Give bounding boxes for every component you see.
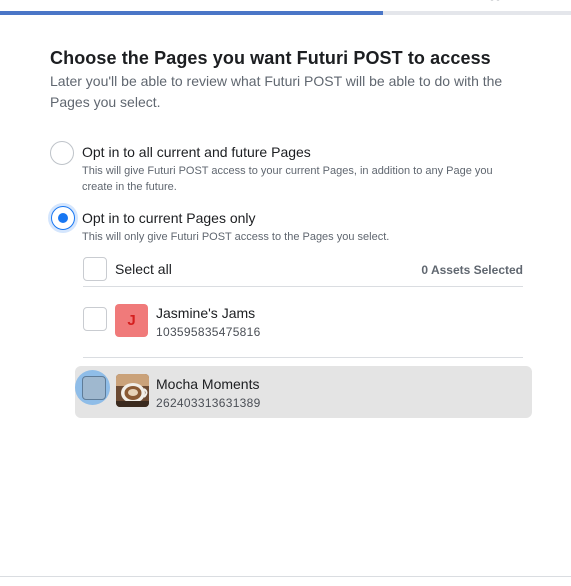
option-all-pages-description: This will give Futuri POST access to you… — [82, 165, 493, 193]
progress-bar — [0, 11, 571, 15]
page-checkbox-jasmines-jams[interactable] — [83, 307, 107, 331]
progress-bar-fill — [0, 11, 383, 15]
partial-corner-icon — [490, 0, 500, 1]
divider — [83, 357, 523, 358]
divider — [83, 286, 523, 287]
option-all-pages-label[interactable]: Opt in to all current and future Pages — [82, 144, 311, 160]
radio-all-pages[interactable] — [50, 141, 74, 165]
radio-current-pages-only[interactable] — [51, 206, 75, 230]
dialog-subtitle: Later you'll be able to review what Futu… — [50, 73, 503, 110]
page-id-mocha-moments: 262403313631389 — [156, 396, 261, 410]
page-name-mocha-moments: Mocha Moments — [156, 376, 260, 392]
dialog-title: Choose the Pages you want Futuri POST to… — [50, 48, 491, 68]
page-avatar-jasmines-jams: J — [115, 304, 148, 337]
page-id-jasmines-jams: 103595835475816 — [156, 325, 261, 339]
option-current-pages-label[interactable]: Opt in to current Pages only — [82, 210, 256, 226]
select-all-label[interactable]: Select all — [115, 261, 172, 277]
page-checkbox-mocha-moments[interactable] — [82, 376, 106, 400]
option-current-pages-description: This will only give Futuri POST access t… — [82, 231, 390, 243]
assets-selected-count: 0 Assets Selected — [421, 263, 523, 277]
page-name-jasmines-jams: Jasmine's Jams — [156, 305, 256, 321]
avatar-initial: J — [127, 312, 136, 329]
footer-divider — [0, 576, 571, 577]
coffee-cup-icon — [116, 374, 149, 407]
select-all-checkbox[interactable] — [83, 257, 107, 281]
radio-selected-dot — [58, 213, 68, 223]
